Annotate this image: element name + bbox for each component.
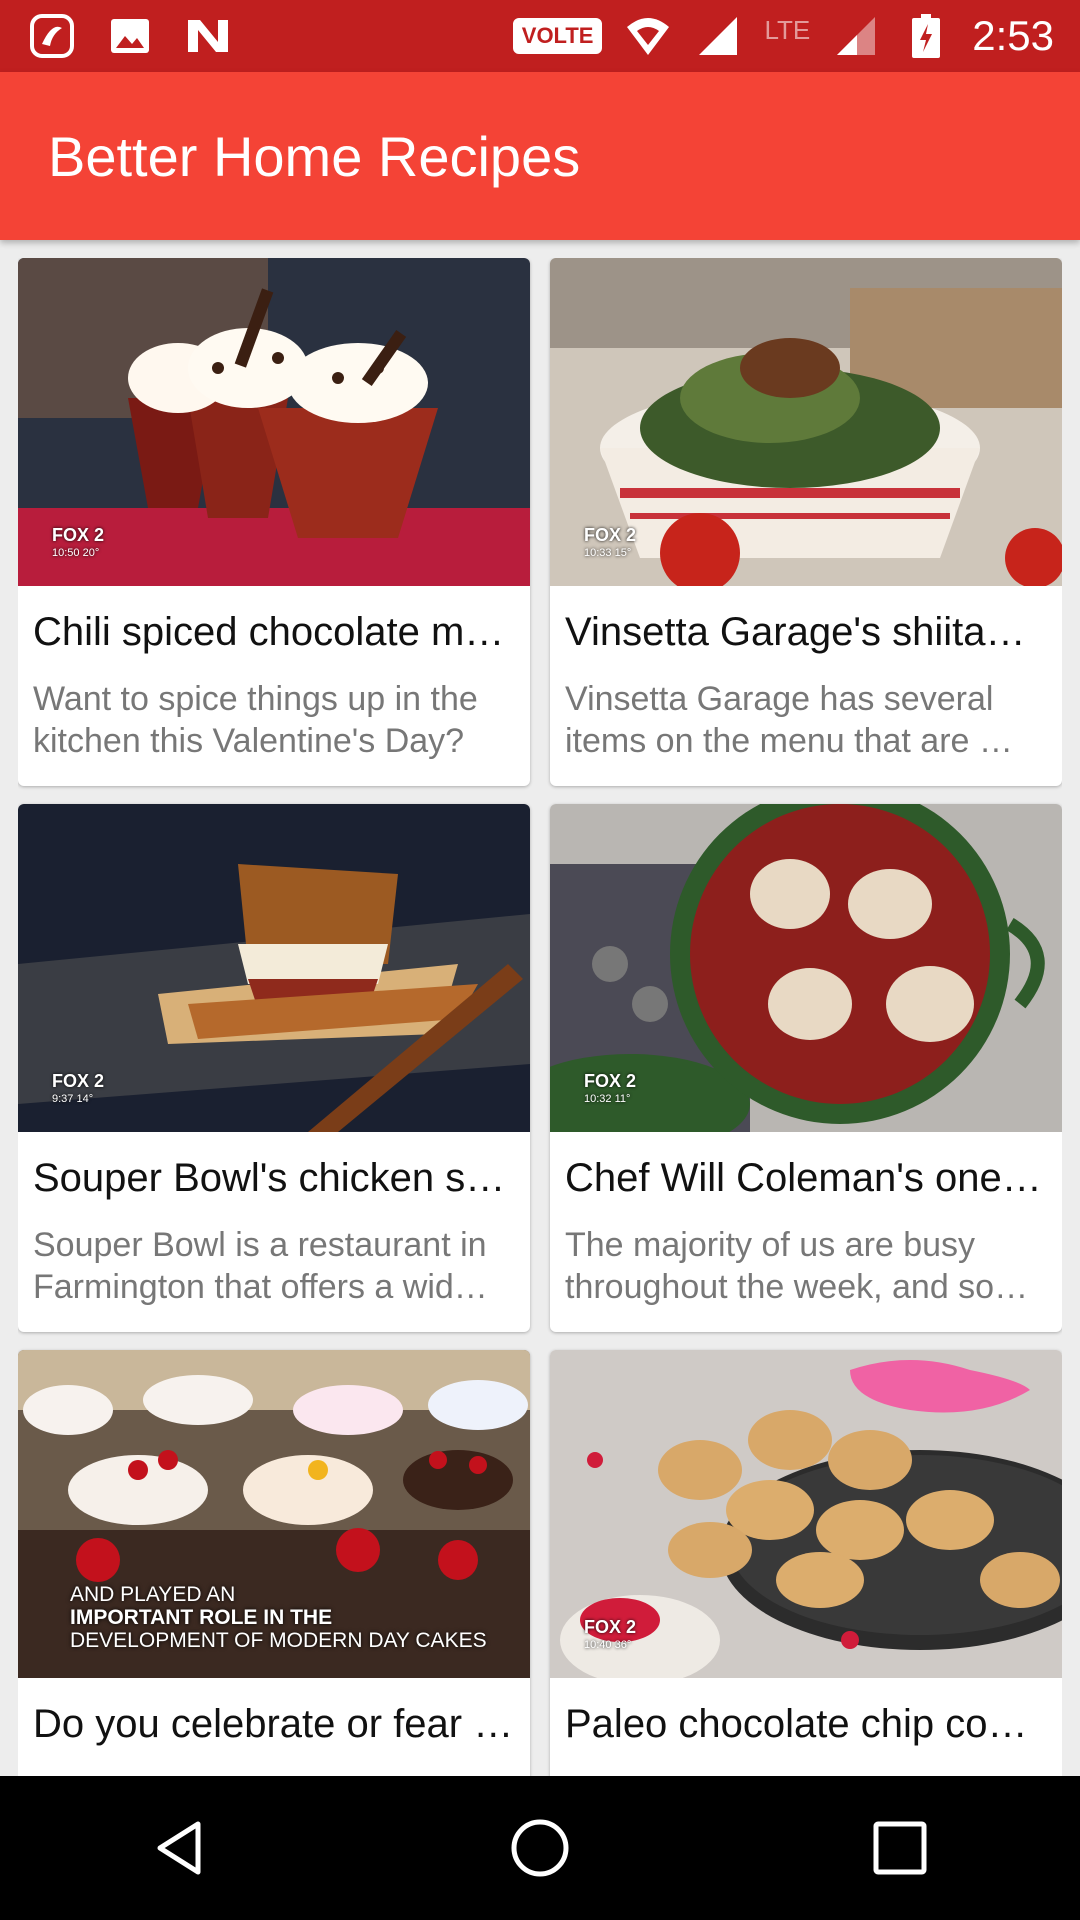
- saavn-icon: [28, 12, 76, 60]
- recipe-thumbnail[interactable]: AND PLAYED AN IMPORTANT ROLE IN THE DEVE…: [18, 1350, 530, 1678]
- signal-icon: [694, 12, 742, 60]
- recipe-thumbnail[interactable]: FOX 2 10:50 20°: [18, 258, 530, 586]
- recipe-grid[interactable]: FOX 2 10:50 20° Chili spiced chocolate m…: [18, 258, 1062, 1776]
- recipe-thumbnail[interactable]: FOX 2 10:33 15°: [550, 258, 1062, 586]
- recipe-description: Vinsetta Garage has several items on the…: [565, 680, 1013, 760]
- status-bar-system: VOLTE LTE 2:53: [512, 12, 1080, 60]
- battery-charging-icon: [902, 12, 950, 60]
- wifi-icon: [624, 12, 672, 60]
- recipe-description: The majority of us are busy throughout t…: [565, 1226, 1029, 1306]
- recipe-thumbnail[interactable]: FOX 2 10:32 11°: [550, 804, 1062, 1132]
- recipe-card[interactable]: FOX 2 10:40 36° Paleo chocolate chip co…: [550, 1350, 1062, 1776]
- volte-badge: VOLTE: [512, 18, 603, 54]
- tv-watermark: FOX 2 10:50 20°: [52, 525, 105, 559]
- recipe-description: Souper Bowl is a restaurant in Farmingto…: [33, 1226, 488, 1306]
- recipe-title[interactable]: Chili spiced chocolate m…: [33, 610, 517, 655]
- home-button[interactable]: [480, 1788, 600, 1908]
- recents-button[interactable]: [840, 1788, 960, 1908]
- recipe-title[interactable]: Paleo chocolate chip co…: [565, 1702, 1049, 1747]
- home-icon: [511, 1819, 569, 1877]
- recipe-title[interactable]: Chef Will Coleman's one …: [565, 1156, 1049, 1201]
- back-icon: [157, 1821, 201, 1875]
- recipe-title[interactable]: Vinsetta Garage's shiita…: [565, 610, 1049, 655]
- status-bar: VOLTE LTE 2:53: [0, 0, 1080, 72]
- signal-secondary-icon: [832, 12, 880, 60]
- recipe-title[interactable]: Souper Bowl's chicken s…: [33, 1156, 517, 1201]
- tv-watermark: FOX 2 9:37 14°: [52, 1071, 105, 1105]
- tv-watermark: FOX 2 10:33 15°: [584, 525, 637, 559]
- video-caption: AND PLAYED AN IMPORTANT ROLE IN THE DEVE…: [70, 1583, 487, 1652]
- clock: 2:53: [972, 12, 1054, 59]
- recipe-thumbnail[interactable]: FOX 2 10:40 36°: [550, 1350, 1062, 1678]
- tv-watermark: FOX 2 10:40 36°: [584, 1617, 637, 1651]
- recipe-card[interactable]: AND PLAYED AN IMPORTANT ROLE IN THE DEVE…: [18, 1350, 530, 1776]
- recipe-thumbnail[interactable]: FOX 2 9:37 14°: [18, 804, 530, 1132]
- app-title: Better Home Recipes: [48, 125, 581, 188]
- app-bar: Better Home Recipes: [0, 72, 1080, 240]
- tv-watermark: FOX 2 10:32 11°: [584, 1071, 637, 1105]
- recipe-card[interactable]: FOX 2 10:50 20° Chili spiced chocolate m…: [18, 258, 530, 786]
- back-button[interactable]: [120, 1788, 240, 1908]
- recipe-title[interactable]: Do you celebrate or fear …: [33, 1702, 517, 1747]
- navigation-bar: [0, 1776, 1080, 1920]
- recents-icon: [873, 1821, 927, 1875]
- status-bar-notifications: [0, 12, 232, 60]
- recipe-description: Want to spice things up in the kitchen t…: [33, 680, 478, 760]
- recipe-card[interactable]: FOX 2 10:32 11° Chef Will Coleman's one …: [550, 804, 1062, 1332]
- image-icon: [106, 12, 154, 60]
- network-type-label: LTE: [764, 14, 811, 45]
- n-icon: [184, 12, 232, 60]
- recipe-card[interactable]: FOX 2 10:33 15° Vinsetta Garage's shiita…: [550, 258, 1062, 786]
- recipe-card[interactable]: FOX 2 9:37 14° Souper Bowl's chicken s… …: [18, 804, 530, 1332]
